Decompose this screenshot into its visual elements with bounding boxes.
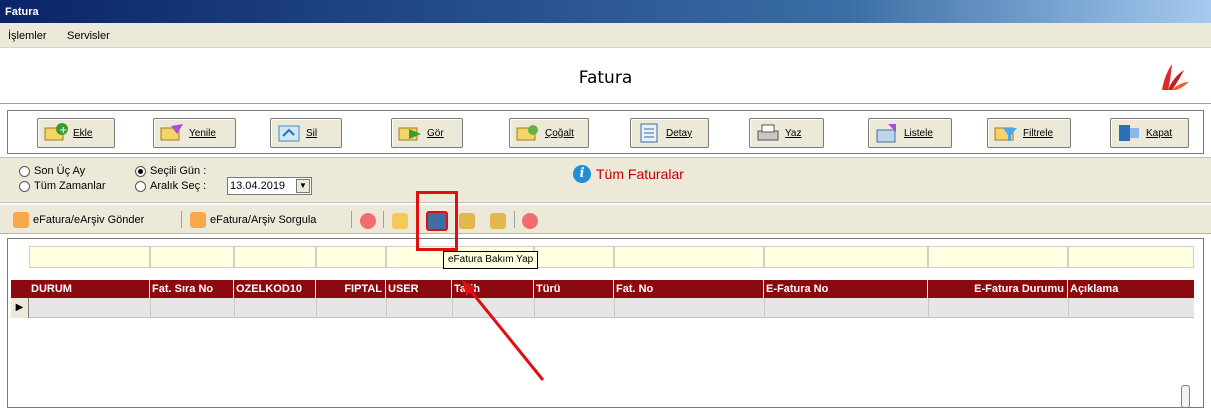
col-turu[interactable]: Türü: [534, 280, 614, 298]
gor-button[interactable]: Gör: [391, 118, 463, 148]
duplicate-icon: [515, 122, 541, 144]
col-tarih[interactable]: Tarih: [452, 280, 534, 298]
list-icon: [874, 122, 900, 144]
calendar-icon[interactable]: [392, 213, 408, 229]
col-fat-no[interactable]: Fat. No: [614, 280, 764, 298]
svg-text:+: +: [59, 125, 67, 136]
kapat-button[interactable]: Kapat: [1110, 118, 1189, 148]
efatura-send-button[interactable]: eFatura/eArşiv Gönder: [13, 210, 144, 229]
page-title: Fatura: [578, 68, 633, 88]
info-label: i Tüm Faturalar: [573, 165, 684, 183]
filter-cell[interactable]: [150, 246, 234, 268]
chevron-down-icon[interactable]: ▼: [296, 179, 310, 193]
radio-son-uc-ay[interactable]: Son Üç Ay: [19, 165, 85, 177]
banner: Fatura: [0, 48, 1211, 104]
col-fat-sira-no[interactable]: Fat. Sıra No: [150, 280, 234, 298]
menu-islemler[interactable]: İşlemler: [8, 30, 47, 42]
highlight-box: [416, 191, 458, 251]
efatura-toolstrip: eFatura/eArşiv Gönder eFatura/Arşiv Sorg…: [0, 205, 1211, 234]
col-e-fatura-durumu[interactable]: E-Fatura Durumu: [928, 280, 1068, 298]
row-indicator-icon: ▶: [11, 298, 29, 318]
new-icon: [159, 122, 185, 144]
filter-cell[interactable]: [1068, 246, 1194, 268]
col-user[interactable]: USER: [386, 280, 452, 298]
delete-icon: [276, 122, 302, 144]
radio-secili-gun[interactable]: Seçili Gün :: [135, 165, 206, 177]
date-picker[interactable]: 13.04.2019 ▼: [227, 177, 312, 195]
date-value: 13.04.2019: [230, 180, 286, 192]
col-durum[interactable]: DURUM: [29, 280, 150, 298]
yaz-button[interactable]: Yaz: [749, 118, 824, 148]
window-title: Fatura: [0, 0, 1211, 23]
radio-aralik-sec[interactable]: Aralık Seç :: [135, 180, 206, 192]
menu-servisler[interactable]: Servisler: [67, 30, 110, 42]
detay-button[interactable]: Detay: [630, 118, 709, 148]
cogalt-button[interactable]: Çoğalt: [509, 118, 589, 148]
view-icon: [397, 122, 423, 144]
record-icon[interactable]: [360, 213, 376, 229]
detail-icon: [636, 122, 662, 144]
brand-logo-icon: [1162, 64, 1189, 90]
filter-cell[interactable]: [234, 246, 316, 268]
toolbar: + Ekle Yenile Sil Gör Çoğalt Detay Yaz L…: [7, 110, 1204, 154]
table-row[interactable]: [11, 298, 1194, 318]
group-icon[interactable]: [490, 213, 506, 229]
filter-cell[interactable]: [928, 246, 1068, 268]
tooltip: eFatura Bakım Yap: [443, 251, 539, 269]
col-fiptal[interactable]: FIPTAL: [316, 280, 386, 298]
filter-cell[interactable]: [316, 246, 386, 268]
efatura-query-button[interactable]: eFatura/Arşiv Sorgula: [190, 210, 316, 229]
radio-tum-zamanlar[interactable]: Tüm Zamanlar: [19, 180, 106, 192]
col-e-fatura-no[interactable]: E-Fatura No: [764, 280, 928, 298]
filter-cell[interactable]: [764, 246, 928, 268]
document-icon: [13, 211, 29, 228]
filter-cell[interactable]: [614, 246, 764, 268]
listele-button[interactable]: Listele: [868, 118, 952, 148]
col-aciklama[interactable]: Açıklama: [1068, 280, 1194, 298]
filter-cell[interactable]: [29, 246, 150, 268]
filter-cell[interactable]: [534, 246, 614, 268]
filtrele-button[interactable]: Filtrele: [987, 118, 1071, 148]
sil-button[interactable]: Sil: [270, 118, 342, 148]
menu-bar: İşlemler Servisler: [0, 23, 1211, 48]
grid-scrollbar[interactable]: [1181, 385, 1190, 408]
col-ozelkod10[interactable]: OZELKOD10: [234, 280, 316, 298]
users-icon[interactable]: [459, 213, 475, 229]
yenile-button[interactable]: Yenile: [153, 118, 236, 148]
filter-icon: [993, 122, 1019, 144]
info-icon: i: [573, 165, 591, 183]
print-icon: [755, 122, 781, 144]
ekle-button[interactable]: + Ekle: [37, 118, 115, 148]
search-document-icon: [190, 211, 206, 228]
camera-icon[interactable]: [522, 213, 538, 229]
add-icon: +: [43, 122, 69, 144]
close-icon: [1116, 122, 1142, 144]
